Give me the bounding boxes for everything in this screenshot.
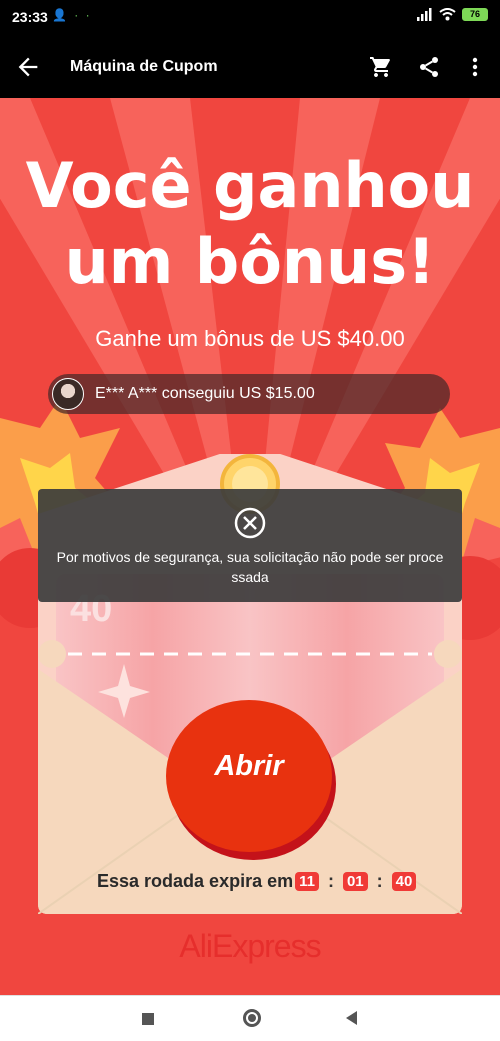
signal-icon <box>417 8 432 21</box>
back-arrow-icon[interactable] <box>14 53 42 81</box>
ticker-message: E*** A*** conseguiu US $15.00 <box>95 385 315 402</box>
timer-separator: : <box>327 870 334 891</box>
share-icon[interactable] <box>417 55 441 79</box>
app-bar: Máquina de Cupom <box>0 36 500 98</box>
home-icon[interactable] <box>243 1009 261 1027</box>
cart-icon[interactable] <box>369 55 393 79</box>
timer-hours: 11 <box>295 871 319 891</box>
timer-separator: : <box>376 870 383 891</box>
avatar <box>52 378 84 410</box>
wifi-icon <box>439 8 456 21</box>
status-time: 23:33 <box>12 9 48 25</box>
more-vert-icon[interactable] <box>463 55 487 79</box>
headline: Você ganhou um bônus! <box>0 148 500 300</box>
headline-line-2: um bônus! <box>64 225 436 298</box>
status-bar: 23:33 👤 · · 76 <box>0 0 500 36</box>
open-button-label: Abrir <box>214 750 284 782</box>
expiry-label: Essa rodada expira em <box>97 870 294 891</box>
close-circle-icon <box>234 507 266 539</box>
timer-minutes: 01 <box>342 871 368 891</box>
open-button[interactable]: Abrir <box>166 700 332 852</box>
system-nav-bar <box>0 995 500 1041</box>
status-right-icons: 76 <box>417 8 488 21</box>
headline-line-1: Você ganhou <box>25 149 475 222</box>
nav-back-icon[interactable] <box>346 1011 357 1025</box>
toast-message: Por motivos de segurança, sua solicitaçã… <box>56 549 444 585</box>
aliexpress-logo: AliExpress <box>179 928 321 964</box>
battery-icon: 76 <box>462 8 488 21</box>
page-title: Máquina de Cupom <box>70 58 218 75</box>
bonus-subtitle: Ganhe um bônus de US $40.00 <box>95 326 405 351</box>
timer-seconds: 40 <box>391 871 417 891</box>
notification-icons: 👤 · · <box>52 8 92 22</box>
recents-icon[interactable] <box>142 1013 154 1025</box>
winner-ticker: E*** A*** conseguiu US $15.00 <box>48 374 450 414</box>
error-toast: Por motivos de segurança, sua solicitaçã… <box>38 489 462 602</box>
expiry-countdown: Essa rodada expira em 11 : 01 : 40 <box>97 868 417 894</box>
